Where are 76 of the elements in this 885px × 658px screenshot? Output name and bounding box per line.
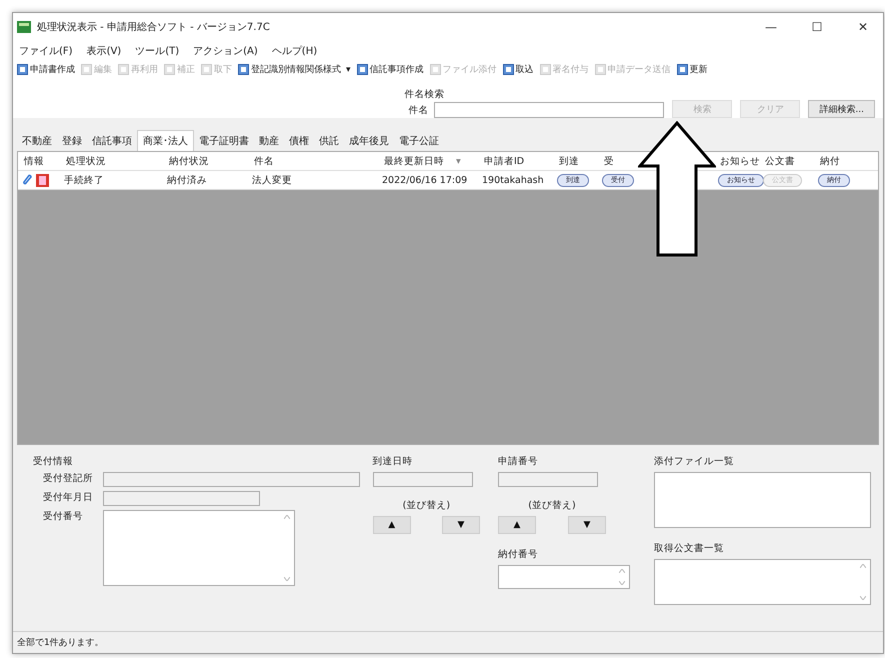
window-title: 処理状況表示 - 申請用総合ソフト - バージョン7.7C [37,20,271,34]
list-box[interactable] [654,472,871,528]
group-label: 受付情報 [33,455,74,468]
status-bar: 全部で1件あります。 [13,631,883,653]
column-header[interactable]: 到達 [553,154,598,168]
tab[interactable]: 供託 [314,130,344,151]
column-header[interactable]: お知らせ [714,154,759,168]
column-header[interactable]: 受 [598,154,638,168]
group-label: 件名検索 [404,88,446,101]
sort-label: (並び替え) [402,499,452,512]
toolbar-button[interactable]: 信託事項作成 [356,63,424,76]
table-cell-text: 納付済み [166,174,208,186]
input-field[interactable] [498,565,630,589]
table-cell-text: 190takahash [481,174,545,186]
input-field[interactable] [498,472,598,487]
app-icon [17,21,31,33]
search-field[interactable] [434,102,664,118]
menu-item[interactable]: ヘルプ(H) [272,44,318,58]
scroll-down-icon[interactable] [860,596,866,600]
tab[interactable]: 電子証明書 [194,130,254,151]
tab[interactable]: 登録 [57,130,87,151]
column-header[interactable]: 最終更新日時 ▾ [378,154,478,168]
sort-up-button[interactable]: ▲ [498,516,536,534]
group-label: 納付番号 [498,548,539,561]
table-cell-text: 2022/06/16 17:09 [381,174,468,186]
tab[interactable]: 不動産 [17,130,57,151]
sort-down-button[interactable]: ▼ [442,516,480,534]
search-button[interactable]: 詳細検索... [808,100,875,118]
input-field[interactable] [103,491,260,506]
text-area[interactable] [103,510,295,586]
sort-label: (並び替え) [527,499,577,512]
scroll-down-icon[interactable] [619,581,625,585]
toolbar-button[interactable]: 登記識別情報関係様式 ▾ [238,63,351,76]
menu-item[interactable]: 表示(V) [86,44,122,58]
column-header[interactable]: 公文書 [759,154,814,168]
sort-down-button[interactable]: ▼ [568,516,606,534]
menu-item[interactable]: ファイル(F) [19,44,73,58]
table-cell-text: 手続終了 [63,174,105,186]
input-field[interactable] [103,472,360,487]
column-header[interactable]: 申請者ID [478,154,553,168]
group-label: 申請番号 [498,455,539,468]
tab[interactable]: 電子公証 [394,130,444,151]
scroll-up-icon[interactable] [619,569,625,573]
tab[interactable]: 信託事項 [87,130,137,151]
field-label: 受付年月日 [43,491,94,504]
input-field[interactable] [372,472,473,487]
group-label: 到達日時 [372,455,414,468]
toolbar-button[interactable]: 更新 [676,63,708,76]
scroll-up-icon[interactable] [284,515,290,519]
group-label: 取得公文書一覧 [654,542,725,555]
menu-item[interactable]: アクション(A) [193,44,258,58]
column-header[interactable]: 納付 [814,154,870,168]
field-label: 受付番号 [43,510,84,523]
column-header[interactable]: 件名 [248,154,378,168]
scroll-down-icon[interactable] [284,577,290,581]
field-label: 件名 [408,104,428,116]
column-header[interactable]: 処理状況 [60,154,163,168]
toolbar-button[interactable]: 申請書作成 [17,63,75,76]
table-cell-text: 法人変更 [251,174,293,186]
field-label: 受付登記所 [43,472,94,485]
window-control[interactable]: — [751,20,791,34]
window-control[interactable]: ✕ [843,20,883,34]
tab[interactable]: 債権 [284,130,314,151]
scroll-up-icon[interactable] [860,564,866,568]
column-header[interactable]: 納付状況 [163,154,248,168]
sort-up-button[interactable]: ▲ [372,516,411,534]
window-control[interactable]: ☐ [797,20,837,34]
list-box[interactable] [654,559,871,605]
toolbar-button[interactable]: 取込 [502,63,534,76]
column-header[interactable]: 情報 [18,154,60,168]
tab[interactable]: 動産 [254,130,284,151]
menu-item[interactable]: ツール(T) [135,44,180,58]
tab[interactable]: 成年後見 [344,130,394,151]
paperclip-icon [22,174,34,186]
group-label: 添付ファイル一覧 [654,455,735,468]
tab[interactable]: 商業･法人 [137,130,194,151]
